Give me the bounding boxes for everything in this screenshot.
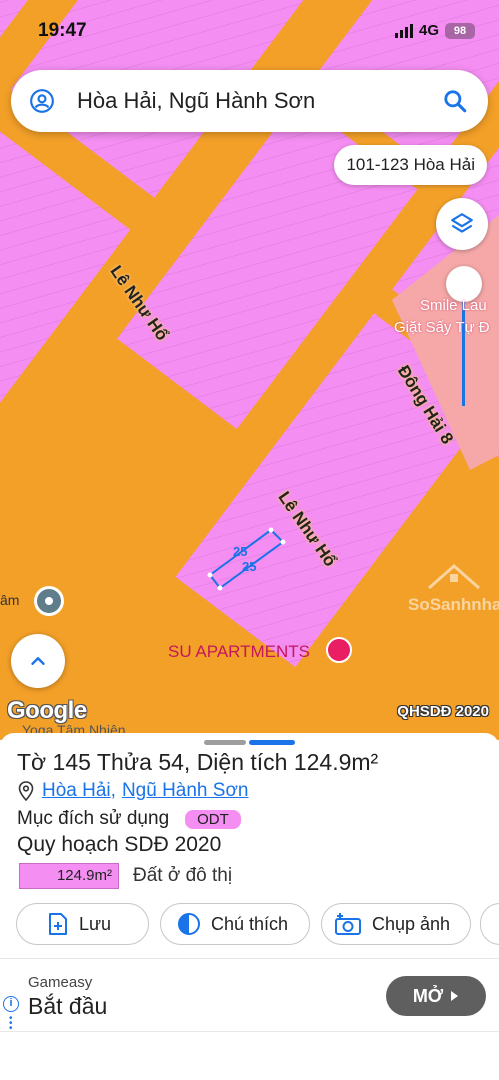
save-label: Lưu xyxy=(79,913,112,934)
ad-title: Bắt đầu xyxy=(28,993,108,1019)
purpose-row: Mục đích sử dụng ODT xyxy=(17,808,241,830)
title-part: 124.9m² xyxy=(293,749,379,775)
district-link[interactable]: Ngũ Hành Sơn xyxy=(122,780,249,802)
layer-tag: QHSDĐ 2020 xyxy=(397,703,489,720)
location-row: Hòa Hải , Ngũ Hành Sơn xyxy=(18,780,248,802)
search-icon[interactable] xyxy=(442,88,468,114)
poi-icon[interactable] xyxy=(34,586,64,616)
title-part: 145 xyxy=(52,749,91,775)
map-pin-icon xyxy=(18,781,34,801)
plan-title: Quy hoạch SDĐ 2020 xyxy=(17,833,222,856)
ad-open-button[interactable]: MỞ xyxy=(386,976,486,1016)
signal-icon xyxy=(394,23,413,38)
ad-info-icon[interactable]: i xyxy=(3,996,19,1012)
status-bar: 19:47 4G 98 xyxy=(0,18,499,46)
sheet-handle[interactable] xyxy=(204,740,246,745)
play-arrow-icon xyxy=(451,991,459,1001)
house-logo-icon xyxy=(428,564,480,590)
title-part: 54, xyxy=(158,749,191,775)
ad-open-label: MỞ xyxy=(412,985,444,1006)
ad-dots-icon: • • • xyxy=(9,1013,13,1034)
capture-label: Chụp ảnh xyxy=(372,913,451,934)
ad-banner[interactable]: i • • • Gameasy Bắt đầu MỞ xyxy=(0,958,499,1034)
title-part: Diện tích xyxy=(196,749,288,775)
watermark: SoSanhnha xyxy=(408,560,499,648)
address-chip[interactable]: 101-123 Hòa Hải xyxy=(334,145,487,185)
ad-brand: Gameasy xyxy=(28,974,93,991)
legend-icon xyxy=(178,913,200,935)
expand-button[interactable] xyxy=(11,634,65,688)
search-bar[interactable]: Hòa Hải, Ngũ Hành Sơn xyxy=(11,70,488,132)
action-row: Lưu Chú thích Chụp ảnh xyxy=(16,903,471,945)
network-type: 4G xyxy=(418,22,439,39)
home-indicator-area xyxy=(0,1045,499,1080)
layers-button[interactable] xyxy=(436,198,488,250)
watermark-text: SoSanhnha xyxy=(408,595,499,614)
chevron-up-icon xyxy=(31,657,45,665)
poi-smile-line1: Smile Lau xyxy=(420,297,487,314)
search-input[interactable]: Hòa Hải, Ngũ Hành Sơn xyxy=(77,88,442,114)
purpose-badge: ODT xyxy=(185,809,241,829)
poi-su-apartments[interactable]: SU APARTMENTS xyxy=(168,642,310,662)
capture-button[interactable]: Chụp ảnh xyxy=(321,903,471,945)
parcel-number: 25 xyxy=(242,559,257,574)
separator: , xyxy=(110,780,116,801)
title-part: Thửa xyxy=(96,749,152,775)
status-time: 19:47 xyxy=(38,20,87,41)
map-view[interactable]: 19:47 4G 98 Hòa Hải, Ngũ Hành Sơn 101-12… xyxy=(0,0,499,740)
more-action-button[interactable] xyxy=(480,903,499,945)
sheet-handle-active[interactable] xyxy=(249,740,295,745)
save-button[interactable]: Lưu xyxy=(16,903,149,945)
legend-label: Chú thích xyxy=(211,913,289,934)
save-icon xyxy=(49,913,67,935)
purpose-label: Mục đích sử dụng xyxy=(17,808,170,829)
poi-label: âm xyxy=(0,592,20,608)
poi-smile-line2: Giặt Sấy Tự Đ xyxy=(394,319,490,336)
layers-icon xyxy=(451,213,473,233)
parcel-info-sheet[interactable]: Tờ 145 Thửa 54, Diện tích 124.9m² Hòa Hả… xyxy=(0,733,499,1080)
plan-row: 124.9m² Đất ở đô thị xyxy=(19,863,232,889)
poi-smile[interactable]: Smile Lau Giặt Sấy Tự Đ xyxy=(394,295,490,339)
hotel-icon[interactable] xyxy=(326,637,352,663)
plan-area: 124.9m² xyxy=(19,863,119,889)
status-indicators: 4G 98 xyxy=(394,22,475,39)
ward-link[interactable]: Hòa Hải xyxy=(42,780,111,802)
title-part: Tờ xyxy=(17,749,47,775)
battery-icon: 98 xyxy=(445,22,475,39)
parcel-number: 25 xyxy=(233,544,248,559)
plan-description: Đất ở đô thị xyxy=(133,865,233,886)
legend-button[interactable]: Chú thích xyxy=(160,903,310,945)
parcel-title: Tờ 145 Thửa 54, Diện tích 124.9m² xyxy=(17,749,378,776)
camera-icon xyxy=(335,913,361,935)
google-logo: Google xyxy=(7,697,87,724)
location-pin-icon[interactable] xyxy=(29,88,55,114)
